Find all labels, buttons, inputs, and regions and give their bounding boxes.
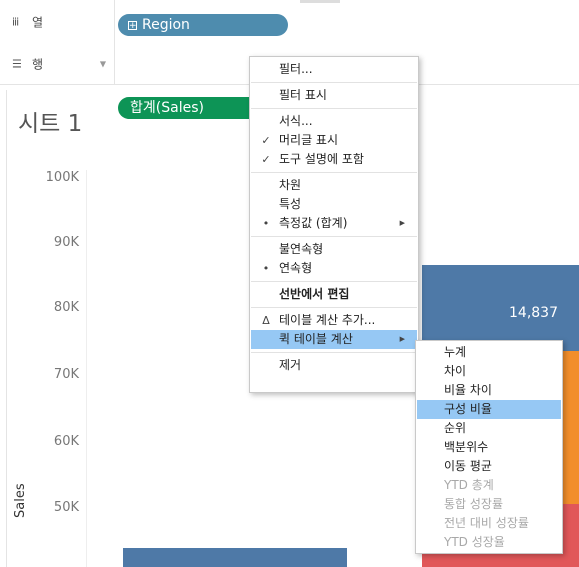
menu-item[interactable]: • 측정값 (합계) ▶ (251, 214, 417, 233)
submenu-item[interactable]: 구성 비율 (417, 400, 561, 419)
menu-item[interactable]: 필터 표시 (251, 86, 417, 105)
submenu-item: 전년 대비 성장률 (444, 516, 529, 530)
menu-item-label: 도구 설명에 포함 (279, 152, 364, 166)
menu-item-label: 퀵 테이블 계산 (279, 332, 353, 346)
y-tick-label: 80K (53, 300, 79, 315)
menu-separator (251, 108, 417, 109)
rows-shelf-label: ☰ 행 ▼ (0, 44, 115, 84)
expand-plus-icon[interactable]: + (128, 21, 137, 31)
submenu-arrow-icon: ▶ (399, 219, 405, 227)
menu-item[interactable]: 퀵 테이블 계산 ▶ (251, 330, 417, 349)
menu-separator (251, 307, 417, 308)
menu-item[interactable]: • 연속형 (251, 259, 417, 278)
menu-item[interactable]: 특성 (251, 195, 417, 214)
menu-item-label: 특성 (279, 197, 302, 211)
context-menu: 필터... 필터 표시서식... ✓ 머리글 표시 ✓ 도구 설명에 포함차원특성 • 측정값… (249, 56, 419, 393)
columns-shelf-text: 열 (32, 15, 44, 30)
submenu-item: 통합 성장률 (444, 497, 504, 511)
sheet-border (6, 90, 7, 567)
columns-shelf: iii 열 + Region (0, 0, 579, 45)
menu-item[interactable]: 선반에서 편집 (251, 285, 417, 304)
submenu-item: YTD 총계 (444, 478, 494, 492)
menu-separator (251, 281, 417, 282)
menu-item[interactable]: 서식... (251, 112, 417, 131)
menu-item[interactable]: Δ 테이블 계산 추가... (251, 311, 417, 330)
submenu-arrow-icon: ▶ (399, 335, 405, 343)
sheet-title: 시트 1 (18, 111, 83, 137)
menu-item-label: 제거 (279, 358, 302, 372)
menu-item-label: 서식... (279, 114, 313, 128)
y-tick-label: 90K (53, 235, 79, 250)
bar-mark[interactable] (123, 548, 347, 567)
columns-shelf-label: iii 열 (0, 0, 115, 44)
check-icon: ✓ (261, 153, 271, 166)
menu-separator (251, 236, 417, 237)
region-pill[interactable]: + Region (118, 14, 288, 36)
menu-item[interactable]: ✓ 머리글 표시 (251, 131, 417, 150)
sales-pill-label: 합계(Sales) (130, 100, 204, 116)
menu-separator (251, 82, 417, 83)
bar-data-label: 14,837 (509, 305, 558, 321)
menu-item-label: 선반에서 편집 (279, 287, 350, 301)
top-divider (300, 0, 340, 3)
check-icon: ✓ (261, 134, 271, 147)
y-tick-label: 50K (53, 500, 79, 515)
y-tick-label: 60K (53, 434, 79, 449)
chevron-down-icon[interactable]: ▼ (100, 60, 106, 69)
menu-item[interactable]: 차원 (251, 176, 417, 195)
menu-separator (251, 172, 417, 173)
quick-table-calc-submenu: 누계 차이 비율 차이 구성 비율 순위 백분위수 이동 평균 YTD 총계통합 성장률전년 … (415, 340, 563, 554)
submenu-item[interactable]: 차이 (417, 362, 561, 381)
menu-item-label: 측정값 (합계) (279, 216, 348, 230)
menu-item[interactable]: 불연속형 (251, 240, 417, 259)
menu-item-label: 테이블 계산 추가... (279, 313, 376, 327)
submenu-item[interactable]: 비율 차이 (417, 381, 561, 400)
submenu-item[interactable]: 이동 평균 (417, 457, 561, 476)
bullet-icon: • (262, 262, 270, 275)
menu-item[interactable]: 제거 (251, 356, 417, 375)
menu-item[interactable]: ✓ 도구 설명에 포함 (251, 150, 417, 169)
menu-item[interactable]: 필터... (251, 60, 417, 79)
delta-icon: Δ (262, 314, 270, 327)
menu-item-label: 연속형 (279, 261, 313, 275)
y-tick-label: 100K (45, 170, 79, 185)
rows-shelf-text: 행 (32, 57, 44, 72)
region-pill-label: Region (142, 17, 190, 33)
rows-icon: ☰ (12, 57, 22, 71)
submenu-item[interactable]: 누계 (417, 343, 561, 362)
columns-icon: iii (12, 15, 19, 29)
menu-separator (251, 352, 417, 353)
menu-item-label: 필터 표시 (279, 88, 327, 102)
bullet-icon: • (262, 217, 270, 230)
submenu-item: YTD 성장율 (444, 535, 505, 549)
menu-item-label: 불연속형 (279, 242, 324, 256)
menu-item-label: 필터... (279, 62, 313, 76)
plot-axis-line (86, 170, 87, 567)
menu-item-label: 차원 (279, 178, 302, 192)
submenu-item[interactable]: 백분위수 (417, 438, 561, 457)
y-tick-label: 70K (53, 367, 79, 382)
menu-item-label: 머리글 표시 (279, 133, 339, 147)
y-axis-label: Sales (13, 483, 28, 518)
submenu-item[interactable]: 순위 (417, 419, 561, 438)
